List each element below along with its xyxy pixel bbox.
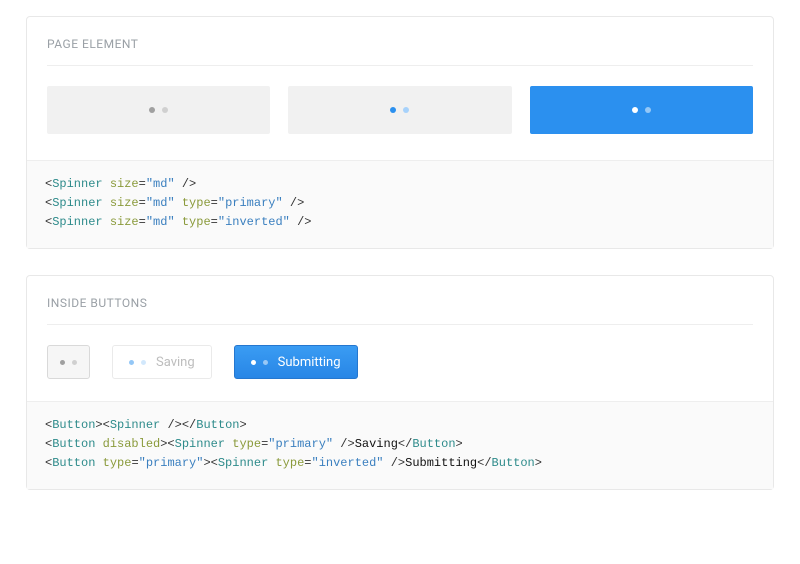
spinner-tile-row <box>47 86 753 134</box>
spinner-tile-primary <box>288 86 511 134</box>
submitting-button[interactable]: Submitting <box>234 345 358 379</box>
code-snippet-inside-buttons: <Button><Spinner /></Button> <Button dis… <box>27 401 773 489</box>
spinner-button-default[interactable] <box>47 345 90 379</box>
submitting-button-label: Submitting <box>278 355 341 370</box>
saving-button[interactable]: Saving <box>112 345 212 379</box>
spinner-icon <box>632 107 651 113</box>
spinner-icon <box>129 360 146 365</box>
inside-buttons-body: INSIDE BUTTONS Saving Submitting <box>27 276 773 401</box>
page-element-card: PAGE ELEMENT <Spinner size="md" /> <Spin… <box>26 16 774 249</box>
divider <box>47 65 753 66</box>
page-element-body: PAGE ELEMENT <box>27 17 773 160</box>
spinner-icon <box>390 107 409 113</box>
spinner-icon <box>149 107 168 113</box>
inside-buttons-card: INSIDE BUTTONS Saving Submitting <B <box>26 275 774 490</box>
button-row: Saving Submitting <box>47 345 753 379</box>
spinner-icon <box>60 360 77 365</box>
saving-button-label: Saving <box>156 355 195 370</box>
spinner-tile-default <box>47 86 270 134</box>
inside-buttons-title: INSIDE BUTTONS <box>47 296 753 310</box>
divider <box>47 324 753 325</box>
spinner-tile-inverted <box>530 86 753 134</box>
code-snippet-page-element: <Spinner size="md" /> <Spinner size="md"… <box>27 160 773 248</box>
page-element-title: PAGE ELEMENT <box>47 37 753 51</box>
spinner-icon <box>251 360 268 365</box>
